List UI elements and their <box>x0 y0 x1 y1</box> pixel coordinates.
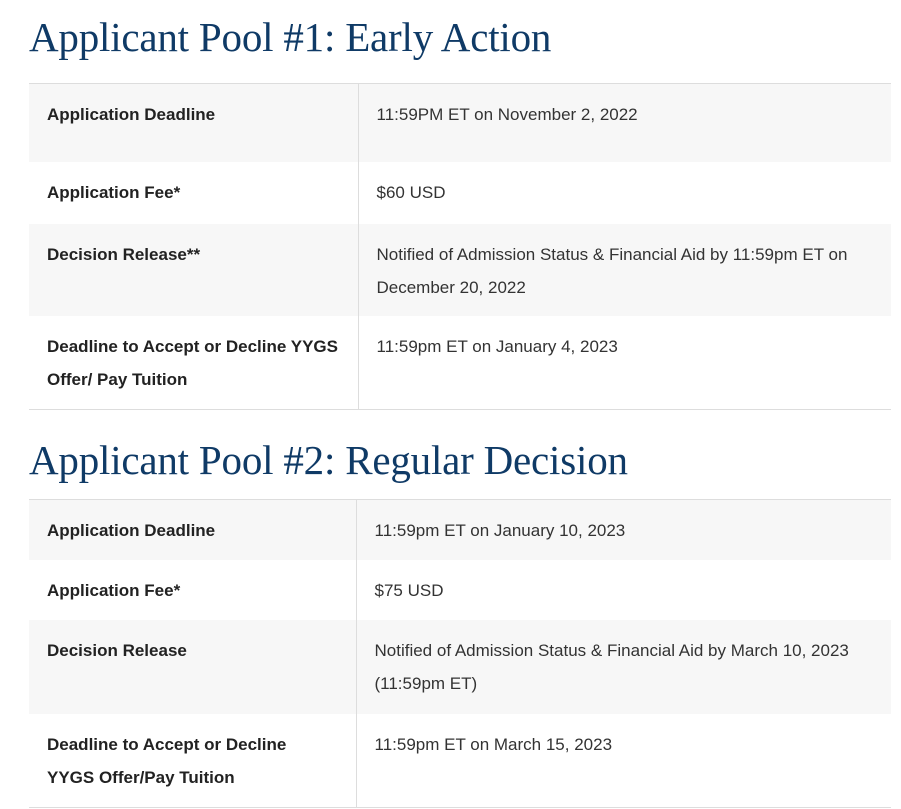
row-label: Decision Release** <box>29 223 359 316</box>
pool1-title: Applicant Pool #1: Early Action <box>29 14 552 60</box>
row-label: Application Deadline <box>29 83 359 162</box>
row-value: 11:59pm ET on January 4, 2023 <box>358 315 891 410</box>
row-value: $75 USD <box>356 559 891 620</box>
row-label: Deadline to Accept or Decline YYGS Offer… <box>29 713 357 808</box>
row-value: $60 USD <box>358 161 891 224</box>
table-row: Decision Release Notified of Admission S… <box>29 619 891 714</box>
row-value: 11:59pm ET on January 10, 2023 <box>356 499 891 560</box>
row-value: Notified of Admission Status & Financial… <box>356 619 891 714</box>
row-label: Deadline to Accept or Decline YYGS Offer… <box>29 315 359 410</box>
row-value: 11:59pm ET on March 15, 2023 <box>356 713 891 808</box>
row-label: Decision Release <box>29 619 357 714</box>
table-row: Decision Release** Notified of Admission… <box>29 223 891 316</box>
pool2-title: Applicant Pool #2: Regular Decision <box>29 437 628 483</box>
pool2-table: Application Deadline 11:59pm ET on Janua… <box>29 499 891 808</box>
table-row: Application Deadline 11:59pm ET on Janua… <box>29 499 891 560</box>
row-label: Application Fee* <box>29 161 359 224</box>
table-row: Application Fee* $60 USD <box>29 161 891 224</box>
row-value: 11:59PM ET on November 2, 2022 <box>358 83 891 162</box>
table-row: Application Fee* $75 USD <box>29 559 891 620</box>
page-content: Applicant Pool #1: Early Action Applicat… <box>29 0 891 808</box>
table-row: Application Deadline 11:59PM ET on Novem… <box>29 83 891 162</box>
pool1-table: Application Deadline 11:59PM ET on Novem… <box>29 83 891 410</box>
row-label: Application Fee* <box>29 559 357 620</box>
row-label: Application Deadline <box>29 499 357 560</box>
row-value: Notified of Admission Status & Financial… <box>358 223 891 316</box>
table-row: Deadline to Accept or Decline YYGS Offer… <box>29 315 891 410</box>
table-row: Deadline to Accept or Decline YYGS Offer… <box>29 713 891 808</box>
